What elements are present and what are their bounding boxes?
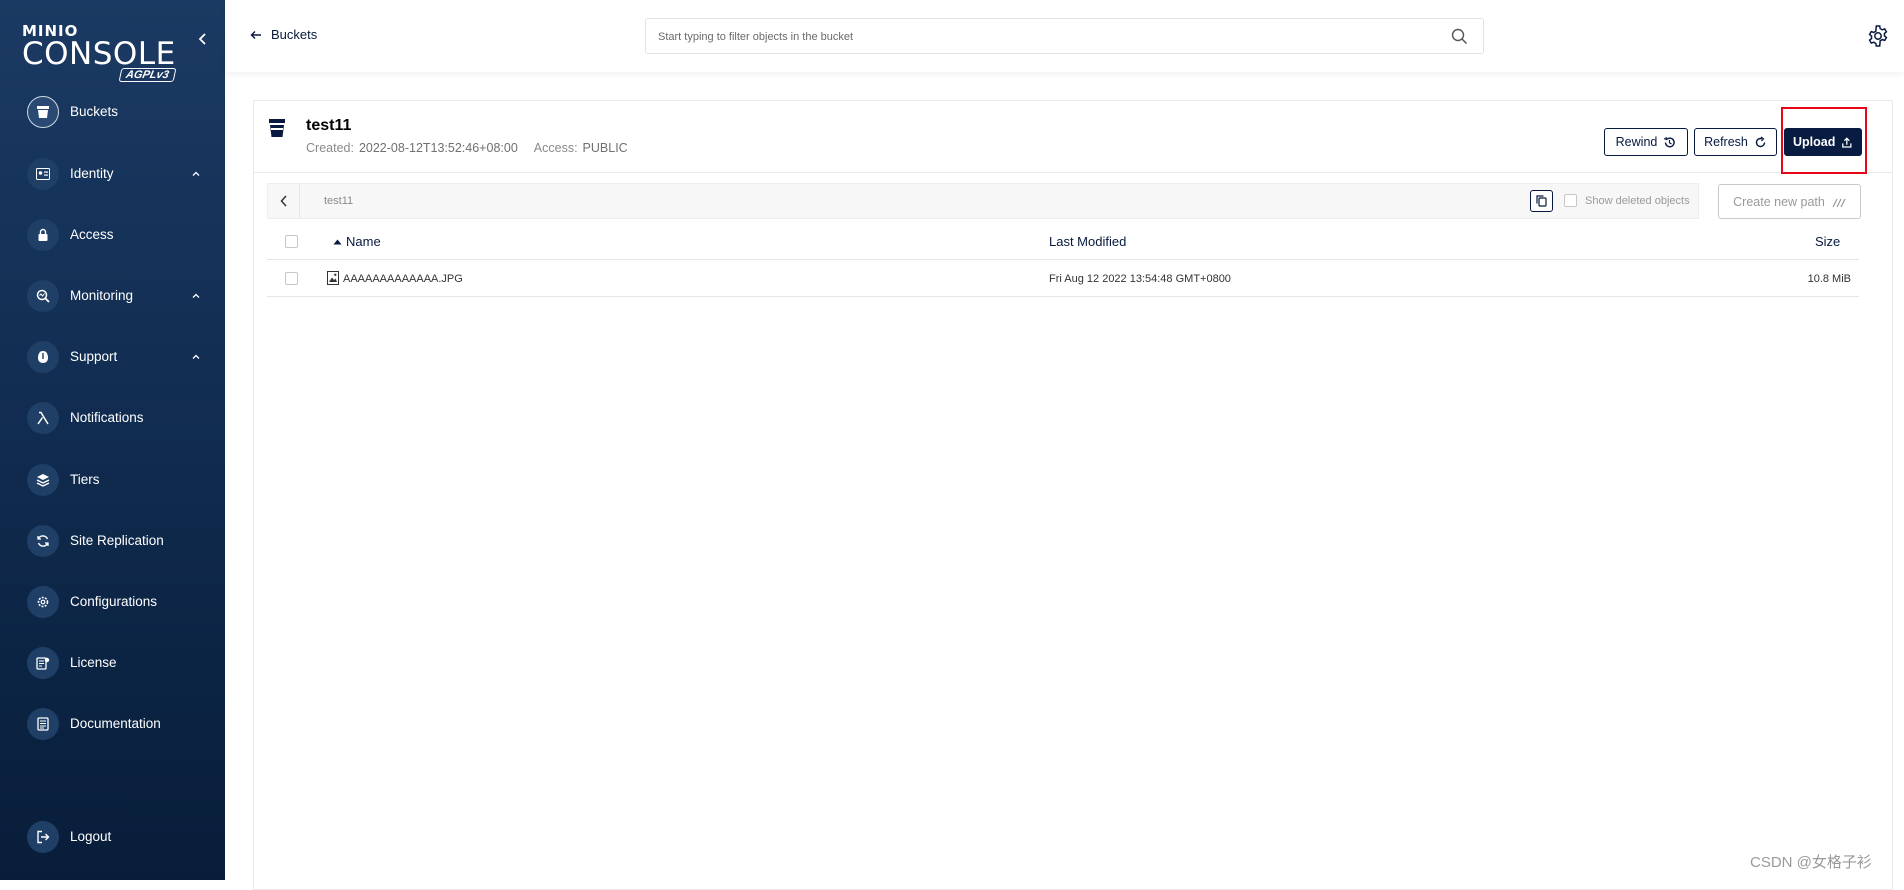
bucket-meta: Created: 2022-08-12T13:52:46+08:00 Access:… — [306, 141, 628, 155]
column-header-last-modified[interactable]: Last Modified — [1049, 234, 1126, 249]
refresh-icon — [1755, 136, 1766, 147]
copy-path-button[interactable] — [1530, 190, 1553, 212]
chevron-left-icon — [279, 195, 287, 207]
access-value: PUBLIC — [582, 141, 628, 155]
column-header-size[interactable]: Size — [1815, 234, 1840, 249]
gear-icon[interactable] — [1866, 24, 1890, 48]
sidebar-item-label: Tiers — [70, 472, 100, 487]
rewind-button[interactable]: Rewind — [1604, 128, 1688, 156]
bucket-title: test11 — [306, 117, 352, 134]
lambda-icon — [27, 402, 59, 434]
chevron-up-icon — [192, 293, 200, 298]
refresh-label: Refresh — [1704, 135, 1748, 149]
gear-icon — [27, 586, 59, 618]
sidebar-item-label: Identity — [70, 166, 114, 181]
top-header: Buckets — [225, 0, 1904, 72]
sidebar-item-label: Buckets — [70, 104, 119, 119]
object-filter-search[interactable] — [645, 18, 1484, 54]
sidebar-item-label: Monitoring — [70, 288, 134, 303]
table-header: Name Last Modified Size — [267, 223, 1859, 260]
tiers-icon — [27, 464, 59, 496]
search-icon[interactable] — [1451, 28, 1468, 45]
back-to-buckets-link[interactable]: Buckets — [250, 27, 317, 42]
access-label: Access: — [533, 141, 578, 155]
bucket-header: test11 Created: 2022-08-12T13:52:46+08:00… — [254, 101, 1892, 174]
sidebar-item-support[interactable]: Support — [0, 332, 225, 382]
logout-label: Logout — [70, 829, 112, 844]
upload-icon — [1842, 136, 1852, 148]
show-deleted-objects-toggle[interactable]: Show deleted objects — [1564, 194, 1690, 207]
sidebar-item-label: Documentation — [70, 716, 161, 731]
object-last-modified: Fri Aug 12 2022 13:54:48 GMT+0800 — [1049, 273, 1231, 285]
sidebar-item-access[interactable]: Access — [0, 210, 225, 260]
created-label: Created: — [306, 141, 354, 155]
show-deleted-checkbox[interactable] — [1564, 194, 1577, 207]
replication-icon — [27, 525, 59, 557]
logout-icon — [27, 821, 59, 853]
copy-icon — [1536, 195, 1547, 207]
table-row[interactable]: AAAAAAAAAAAAA.JPG Fri Aug 12 2022 13:54:… — [267, 261, 1859, 297]
created-value: 2022-08-12T13:52:46+08:00 — [358, 141, 518, 155]
sidebar-item-label: Configurations — [70, 594, 158, 609]
sidebar-item-identity[interactable]: Identity — [0, 149, 225, 199]
identity-icon — [27, 158, 59, 190]
breadcrumb: test11 Show deleted objects — [267, 183, 1699, 219]
sidebar-item-label: Support — [70, 349, 118, 364]
sidebar-item-label: Access — [70, 227, 114, 242]
image-file-icon — [327, 271, 339, 285]
create-path-label: Create new path — [1733, 194, 1825, 209]
bucket-icon — [27, 96, 59, 128]
create-new-path-button[interactable]: Create new path — [1718, 184, 1861, 219]
object-browser-panel: test11 Created: 2022-08-12T13:52:46+08:00… — [253, 100, 1893, 890]
upload-label: Upload — [1793, 135, 1836, 149]
arrow-left-icon — [250, 30, 261, 39]
sidebar-item-monitoring[interactable]: Monitoring — [0, 271, 225, 321]
sidebar-item-notifications[interactable]: Notifications — [0, 393, 225, 443]
collapse-sidebar-button[interactable] — [196, 30, 210, 48]
sort-ascending-icon[interactable] — [333, 239, 342, 245]
sidebar-item-tiers[interactable]: Tiers — [0, 455, 225, 505]
history-icon — [1664, 136, 1676, 147]
sidebar-item-buckets[interactable]: Buckets — [0, 87, 225, 137]
chevron-left-icon — [198, 33, 206, 45]
row-checkbox[interactable] — [285, 272, 298, 285]
sidebar-item-configurations[interactable]: Configurations — [0, 577, 225, 627]
sidebar-item-label: Notifications — [70, 410, 144, 425]
object-size: 10.8 MiB — [1807, 273, 1851, 285]
minio-console-logo[interactable]: MINIO CONSOLE AGPLv3 — [22, 22, 182, 92]
rewind-label: Rewind — [1615, 135, 1658, 149]
chevron-up-icon — [192, 171, 200, 176]
sidebar-item-license[interactable]: License — [0, 638, 225, 688]
sidebar-item-label: License — [70, 655, 117, 670]
logout-button[interactable]: Logout — [0, 812, 225, 862]
documentation-icon — [27, 708, 59, 740]
select-all-checkbox[interactable] — [285, 235, 298, 248]
column-header-name[interactable]: Name — [346, 234, 381, 249]
logo-product: CONSOLE — [22, 36, 176, 72]
monitoring-icon — [27, 280, 59, 312]
upload-button[interactable]: Upload — [1784, 128, 1862, 156]
access-icon — [27, 219, 59, 251]
license-icon — [27, 647, 59, 679]
sidebar-item-documentation[interactable]: Documentation — [0, 699, 225, 749]
sidebar-item-label: Site Replication — [70, 533, 164, 548]
back-link-label: Buckets — [271, 27, 318, 42]
new-path-icon — [1832, 198, 1846, 207]
object-name: AAAAAAAAAAAAA.JPG — [343, 273, 463, 285]
search-input[interactable] — [658, 27, 1438, 47]
sidebar-item-site-replication[interactable]: Site Replication — [0, 516, 225, 566]
sidebar: MINIO CONSOLE AGPLv3 Buckets Identity Ac… — [0, 0, 225, 880]
refresh-button[interactable]: Refresh — [1694, 128, 1777, 156]
watermark: CSDN @女格子衫 — [1750, 854, 1872, 871]
support-icon — [27, 341, 59, 373]
breadcrumb-path[interactable]: test11 — [324, 195, 353, 207]
breadcrumb-back-button[interactable] — [268, 184, 300, 218]
logo-license: AGPLv3 — [118, 68, 177, 82]
bucket-icon — [269, 119, 285, 137]
chevron-up-icon — [192, 354, 200, 359]
show-deleted-label: Show deleted objects — [1585, 194, 1690, 207]
